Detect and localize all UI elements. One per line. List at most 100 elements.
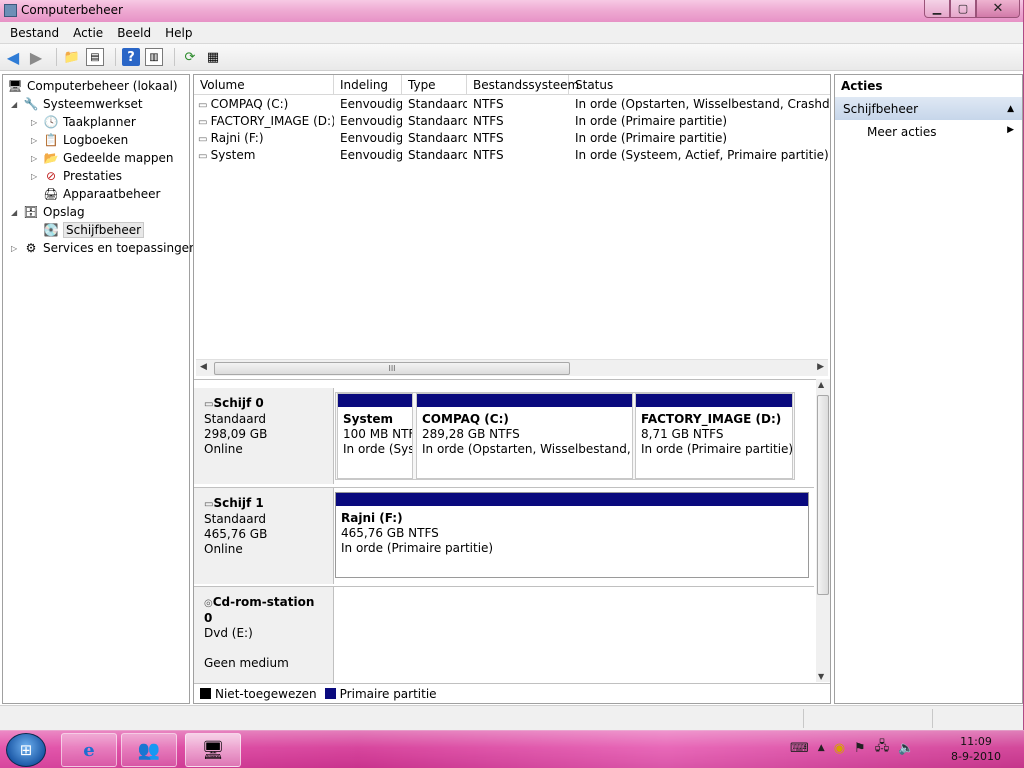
scroll-thumb[interactable]: III <box>214 362 570 375</box>
volume-status: In orde (Systeem, Actief, Primaire parti… <box>575 148 829 162</box>
table-row[interactable]: ▭ Rajni (F:) Eenvoudig Standaard NTFS In… <box>194 130 830 147</box>
tree-item-logboeken[interactable]: ▷ 📋 Logboeken <box>31 131 128 149</box>
show-hide-action-icon[interactable]: ▥ <box>145 48 163 66</box>
maximize-button[interactable]: ▢ <box>950 0 976 18</box>
scroll-thumb[interactable] <box>817 395 829 595</box>
scroll-right-icon[interactable]: ▶ <box>817 362 824 372</box>
menu-help[interactable]: Help <box>159 26 198 40</box>
partition-compaq[interactable]: COMPAQ (C:) 289,28 GB NTFS In orde (Opstar… <box>416 393 633 479</box>
volume-type: Standaard <box>408 114 467 128</box>
expand-arrow-icon[interactable]: ▷ <box>31 136 41 145</box>
expand-arrow-icon[interactable]: ▷ <box>11 244 21 253</box>
partition-bar <box>636 394 792 407</box>
start-button[interactable]: ⊞ <box>6 733 46 767</box>
menu-actie[interactable]: Actie <box>67 26 109 40</box>
storage-icon: 🗄 <box>23 205 39 219</box>
volume-type: Standaard <box>408 131 467 145</box>
tree-item-root[interactable]: 🖥 Computerbeheer (lokaal) <box>7 77 177 95</box>
table-row[interactable]: ▭ System Eenvoudig Standaard NTFS In ord… <box>194 147 830 164</box>
internet-explorer-icon: e <box>83 739 95 761</box>
tree-item-opslag[interactable]: ◢ 🗄 Opslag <box>11 203 85 221</box>
table-row[interactable]: ▭ COMPAQ (C:) Eenvoudig Standaard NTFS I… <box>194 96 830 113</box>
help-icon[interactable]: ? <box>122 48 140 66</box>
actions-section-schijfbeheer[interactable]: Schijfbeheer ▲ <box>835 97 1022 120</box>
collapse-arrow-icon[interactable]: ◢ <box>11 208 21 217</box>
volume-layout: Eenvoudig <box>340 114 402 128</box>
disk-label-1[interactable]: ▭Schijf 1 Standaard 465,76 GB Online <box>194 488 334 584</box>
tree-item-taakplanner[interactable]: ▷ 🕓 Taakplanner <box>31 113 136 131</box>
properties-icon[interactable]: ▦ <box>204 48 222 66</box>
disk-type: Standaard <box>204 512 266 526</box>
legend-label: Primaire partitie <box>339 686 437 701</box>
taskbar-internet-explorer[interactable]: e <box>61 733 117 767</box>
tree-item-services[interactable]: ▷ ⚙ Services en toepassingen <box>11 239 197 257</box>
disk-label-cdrom[interactable]: ◎Cd-rom-station 0 Dvd (E:) Geen medium <box>194 587 334 684</box>
back-icon[interactable]: ◀ <box>4 48 22 67</box>
column-header-status[interactable]: Status <box>569 75 830 95</box>
partition-rajni[interactable]: Rajni (F:) 465,76 GB NTFS In orde (Primair… <box>335 492 809 578</box>
security-icon[interactable]: ◉ <box>834 741 845 756</box>
scroll-up-icon[interactable]: ▲ <box>818 380 824 389</box>
disk-size: 465,76 GB <box>204 527 268 541</box>
volume-icon[interactable]: 🔈 <box>898 741 914 756</box>
disk-label-0[interactable]: ▭Schijf 0 Standaard 298,09 GB Online <box>194 388 334 484</box>
system-tray: ⌨ ▲ ◉ ⚑ 🖧 🔈 <box>790 737 923 759</box>
tree-item-label: Apparaatbeheer <box>63 187 161 201</box>
title-bar[interactable]: Computerbeheer ▁ ▢ ✕ <box>0 0 1023 22</box>
network-icon[interactable]: 🖧 <box>875 737 890 759</box>
disk-row-cdrom: ◎Cd-rom-station 0 Dvd (E:) Geen medium <box>194 586 814 684</box>
users-icon: 👥 <box>137 739 161 761</box>
disk-graphical-view: ▭Schijf 0 Standaard 298,09 GB Online Sys… <box>194 379 830 684</box>
tree-item-prestaties[interactable]: ▷ ⊘ Prestaties <box>31 167 122 185</box>
table-row[interactable]: ▭ FACTORY_IMAGE (D:) Eenvoudig Standaard… <box>194 113 830 130</box>
navigation-tree: 🖥 Computerbeheer (lokaal) ◢ 🔧 Systeemwer… <box>2 74 197 704</box>
tree-item-apparaatbeheer[interactable]: 🖨 Apparaatbeheer <box>43 185 160 203</box>
action-center-flag-icon[interactable]: ⚑ <box>854 741 866 756</box>
collapse-up-icon[interactable]: ▲ <box>1007 104 1014 114</box>
tree-item-schijfbeheer[interactable]: 💽 Schijfbeheer <box>43 221 145 239</box>
minimize-button[interactable]: ▁ <box>924 0 950 18</box>
menu-beeld[interactable]: Beeld <box>111 26 157 40</box>
close-button[interactable]: ✕ <box>976 0 1020 18</box>
actions-header: Acties <box>841 79 883 93</box>
tree-item-label: Systeemwerkset <box>43 97 143 111</box>
tree-item-gedeelde-mappen[interactable]: ▷ 📂 Gedeelde mappen <box>31 149 173 167</box>
toolbar: ◀ ▶ 📁 ▤ ? ▥ ⟳ ▦ <box>0 44 1023 71</box>
partition-status: In orde (Opstarten, Wisselbestand, Cras <box>422 442 632 456</box>
column-header-type[interactable]: Type <box>402 75 467 95</box>
refresh-icon[interactable]: ⟳ <box>181 48 199 66</box>
tree-item-label: Gedeelde mappen <box>63 151 174 165</box>
taskbar-users[interactable]: 👥 <box>121 733 177 767</box>
volume-list-hscrollbar[interactable]: ◀ III ▶ <box>196 359 828 376</box>
drive-icon: ▭ <box>198 100 211 111</box>
legend: Niet-toegewezen Primaire partitie <box>194 683 830 703</box>
column-header-bestandssysteem[interactable]: Bestandssysteem <box>467 75 579 95</box>
expand-arrow-icon[interactable]: ▷ <box>31 118 41 127</box>
action-label: Meer acties <box>867 125 937 139</box>
expand-arrow-icon[interactable]: ▷ <box>31 154 41 163</box>
up-folder-icon[interactable]: 📁 <box>63 48 81 66</box>
disk-management-pane: Volume Indeling Type Bestandssysteem Sta… <box>193 74 831 704</box>
taskbar-computer-management[interactable]: 🖥 <box>185 733 241 767</box>
tree-item-systeemwerkset[interactable]: ◢ 🔧 Systeemwerkset <box>11 95 143 113</box>
tree-item-label: Prestaties <box>63 169 123 183</box>
menu-bestand[interactable]: Bestand <box>4 26 65 40</box>
clock[interactable]: 11:09 8-9-2010 <box>946 734 1006 764</box>
computer-icon: 🖥 <box>7 79 23 93</box>
keyboard-icon[interactable]: ⌨ <box>790 741 809 756</box>
column-header-volume[interactable]: Volume <box>194 75 334 95</box>
window-title: Computerbeheer <box>21 3 123 17</box>
forward-icon[interactable]: ▶ <box>27 48 45 67</box>
partition-factory-image[interactable]: FACTORY_IMAGE (D:) 8,71 GB NTFS In orde (P… <box>635 393 793 479</box>
scroll-left-icon[interactable]: ◀ <box>200 362 207 372</box>
partition-system[interactable]: System 100 MB NTF In orde (Syst <box>337 393 413 479</box>
collapse-arrow-icon[interactable]: ◢ <box>11 100 21 109</box>
expand-arrow-icon[interactable]: ▷ <box>31 172 41 181</box>
disk-view-vscrollbar[interactable]: ▲ ▼ <box>816 379 830 682</box>
scroll-down-icon[interactable]: ▼ <box>818 672 824 681</box>
show-hide-tree-icon[interactable]: ▤ <box>86 48 104 66</box>
disk-row-0: ▭Schijf 0 Standaard 298,09 GB Online Sys… <box>194 388 814 484</box>
show-hidden-icons-icon[interactable]: ▲ <box>818 743 825 753</box>
action-meer-acties[interactable]: Meer acties ▶ <box>835 120 1022 144</box>
column-header-indeling[interactable]: Indeling <box>334 75 402 95</box>
